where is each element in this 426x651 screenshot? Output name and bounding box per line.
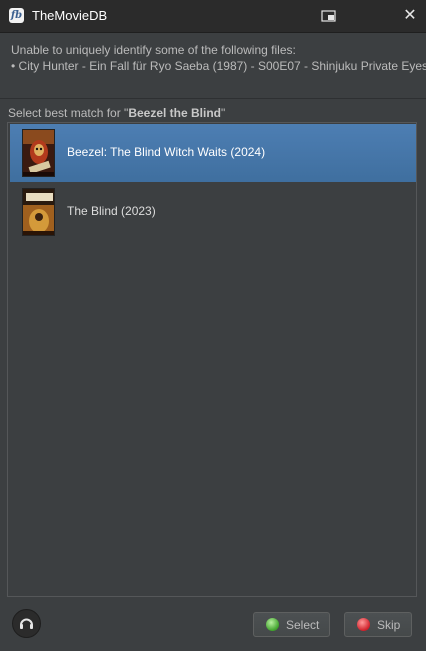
beezel-poster-thumbnail xyxy=(22,129,55,177)
help-button[interactable] xyxy=(12,609,41,638)
close-icon[interactable]: ✕ xyxy=(400,6,420,26)
result-label: Beezel: The Blind Witch Waits (2024) xyxy=(67,145,266,159)
filebot-app-icon: fb xyxy=(9,8,24,23)
skip-button[interactable]: Skip xyxy=(344,612,412,637)
title-bar: fb TheMovieDB ✕ xyxy=(0,0,426,33)
select-label: Select xyxy=(286,618,320,632)
headset-icon xyxy=(20,618,33,629)
skip-label: Skip xyxy=(377,618,401,632)
select-button[interactable]: Select xyxy=(253,612,330,637)
list-item-beezel[interactable]: Beezel: The Blind Witch Waits (2024) xyxy=(10,124,416,182)
prompt-prefix: Select best match for " xyxy=(8,106,129,120)
confirm-icon xyxy=(266,618,279,631)
match-prompt: Select best match for "Beezel the Blind" xyxy=(8,106,225,120)
message-line: Unable to uniquely identify some of the … xyxy=(11,43,296,57)
the-blind-poster-thumbnail xyxy=(22,188,55,236)
match-list[interactable]: Beezel: The Blind Witch Waits (2024) The… xyxy=(7,122,417,597)
list-item-the-blind[interactable]: The Blind (2023) xyxy=(10,183,416,241)
identification-message: Unable to uniquely identify some of the … xyxy=(0,33,426,99)
query-text: Beezel the Blind xyxy=(128,106,221,120)
unidentified-file-item: • City Hunter - Ein Fall für Ryo Saeba (… xyxy=(11,59,426,73)
picture-in-picture-icon[interactable] xyxy=(314,7,342,25)
prompt-suffix: " xyxy=(221,106,226,120)
result-label: The Blind (2023) xyxy=(67,204,156,218)
window-title: TheMovieDB xyxy=(32,8,108,23)
cancel-icon xyxy=(357,618,370,631)
